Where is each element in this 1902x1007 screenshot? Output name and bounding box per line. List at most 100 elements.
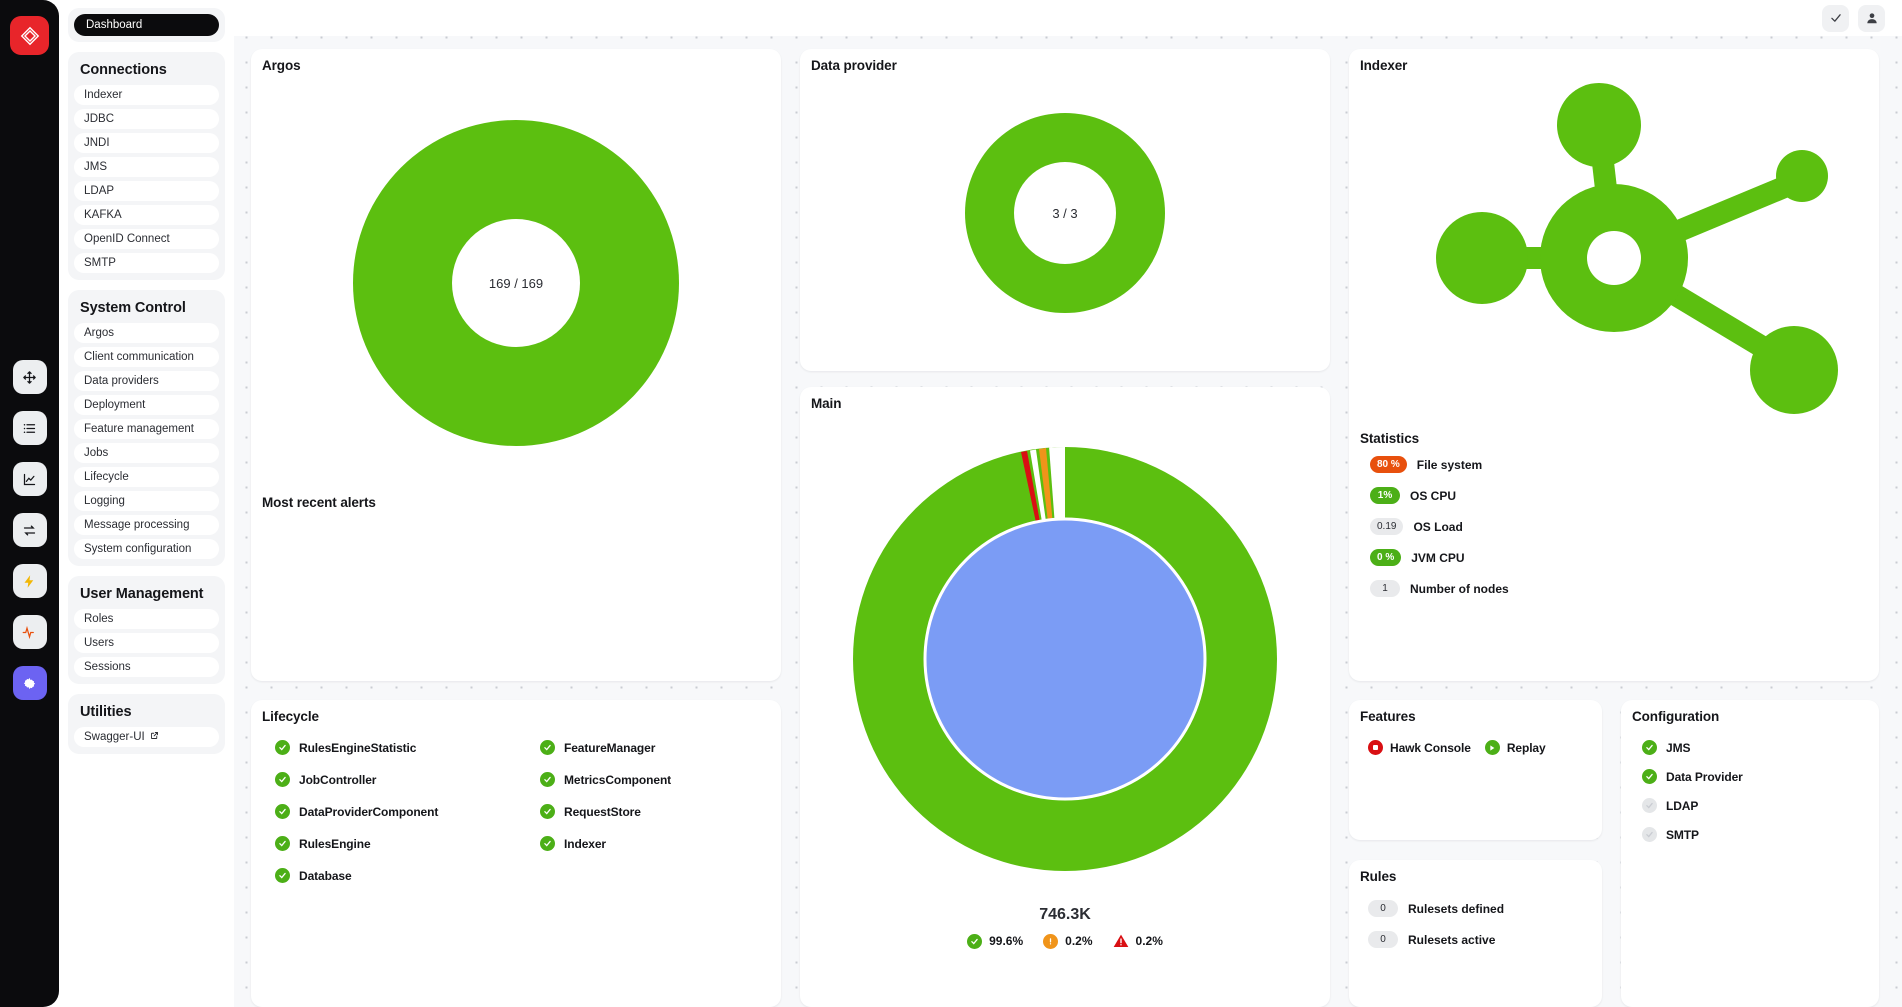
card-features: Features Hawk Console Replay (1349, 700, 1602, 840)
list-item-label: RequestStore (564, 804, 641, 819)
activity-pulse-icon[interactable] (12, 615, 47, 649)
list-item-label: Indexer (564, 836, 606, 851)
stat-label: JVM CPU (1411, 550, 1465, 565)
sidebar-item-ldap[interactable]: LDAP (74, 181, 219, 201)
config-item-data-provider: Data Provider (1642, 769, 1879, 784)
sidebar-item-openid-connect[interactable]: OpenID Connect (74, 229, 219, 249)
list-icon[interactable] (12, 411, 47, 445)
argos-alerts-title: Most recent alerts (262, 495, 376, 510)
user-avatar-icon[interactable] (1858, 4, 1885, 32)
sidebar-item-jobs[interactable]: Jobs (74, 443, 219, 463)
sidebar-item-label: SMTP (84, 257, 116, 269)
features-list: Hawk Console Replay (1349, 724, 1602, 755)
sidebar-group-title: User Management (80, 586, 204, 602)
sidebar-item-label: OpenID Connect (84, 233, 170, 245)
list-item: RequestStore (540, 804, 671, 819)
external-link-icon (150, 731, 159, 743)
argos-center-label: 169 / 169 (488, 275, 544, 291)
check-circle-icon (275, 804, 290, 819)
move-icon[interactable] (12, 360, 47, 394)
sidebar-header: Dashboard (68, 8, 225, 42)
sidebar-item-swagger-ui[interactable]: Swagger-UI (74, 727, 219, 747)
stat-label: OS CPU (1410, 488, 1457, 503)
stat-row-os-load: 0.19 OS Load (1370, 518, 1868, 535)
sidebar-item-client-communication[interactable]: Client communication (74, 347, 219, 367)
legend-item-warning: 0.2% (1043, 933, 1093, 949)
card-title-rules: Rules (1360, 869, 1397, 884)
sidebar-item-label: Argos (84, 327, 115, 339)
list-item: RulesEngine (275, 836, 540, 851)
check-circle-icon (967, 933, 983, 949)
indexer-network-graph (1349, 73, 1879, 423)
data-provider-donut-chart: 3 / 3 (800, 73, 1330, 353)
alert-triangle-icon (1113, 933, 1129, 949)
main-legend: 99.6% 0.2% 0.2% (800, 933, 1330, 949)
lifecycle-columns: RulesEngineStatistic JobController DataP… (251, 724, 781, 900)
sidebar-item-label: JDBC (84, 113, 115, 125)
sidebar-item-jms[interactable]: JMS (74, 157, 219, 177)
check-circle-icon (540, 804, 555, 819)
stat-label: File system (1416, 457, 1483, 472)
sidebar-item-label: Indexer (84, 89, 123, 101)
sidebar-item-label: Client communication (84, 351, 194, 363)
status-badge: 80 % (1370, 456, 1407, 473)
transfer-icon[interactable] (12, 513, 47, 547)
sidebar-item-argos[interactable]: Argos (74, 323, 219, 343)
chart-icon[interactable] (12, 462, 47, 496)
sidebar-item-label: JNDI (84, 137, 110, 149)
feature-replay[interactable]: Replay (1484, 740, 1546, 755)
sidebar-item-system-configuration[interactable]: System configuration (74, 539, 219, 559)
sidebar-group-connections: Connections Indexer JDBC JNDI JMS LDAP K… (68, 52, 225, 280)
lifecycle-column-right: FeatureManager MetricsComponent RequestS… (540, 740, 671, 900)
sidebar-item-jdbc[interactable]: JDBC (74, 109, 219, 129)
check-circle-icon (1642, 827, 1657, 842)
sidebar-group-title: Connections (80, 62, 167, 78)
status-badge: 0.19 (1370, 518, 1404, 535)
sidebar-item-sessions[interactable]: Sessions (74, 657, 219, 677)
list-item-label: MetricsComponent (564, 772, 672, 787)
check-circle-icon (275, 740, 290, 755)
sidebar-group-utilities: Utilities Swagger-UI (68, 694, 225, 754)
stat-row-jvm-cpu: 0 % JVM CPU (1370, 549, 1868, 566)
sidebar-item-label: Jobs (84, 447, 109, 459)
warning-circle-icon (1043, 933, 1059, 949)
sidebar-item-deployment[interactable]: Deployment (74, 395, 219, 415)
sidebar-item-users[interactable]: Users (74, 633, 219, 653)
sidebar-item-data-providers[interactable]: Data providers (74, 371, 219, 391)
config-item-jms: JMS (1642, 740, 1879, 755)
sidebar-item-label: Message processing (84, 519, 190, 531)
sidebar-item-roles[interactable]: Roles (74, 609, 219, 629)
list-item: DataProviderComponent (275, 804, 540, 819)
sidebar-item-label: LDAP (84, 185, 115, 197)
check-circle-icon (275, 772, 290, 787)
config-item-ldap: LDAP (1642, 798, 1879, 813)
sidebar-group-system-control: System Control Argos Client communicatio… (68, 290, 225, 566)
config-label: JMS (1666, 740, 1691, 755)
legend-item-error: 0.2% (1113, 933, 1163, 949)
statistics-title: Statistics (1360, 431, 1420, 446)
app-logo-icon[interactable] (10, 16, 49, 55)
sidebar-item-kafka[interactable]: KAFKA (74, 205, 219, 225)
card-argos: Argos 169 / 169 Most recent alerts (251, 49, 781, 681)
check-icon[interactable] (1822, 4, 1849, 32)
lightning-icon[interactable] (12, 564, 47, 598)
sidebar-item-label: Data providers (84, 375, 159, 387)
sidebar-item-feature-management[interactable]: Feature management (74, 419, 219, 439)
check-circle-icon (540, 740, 555, 755)
check-circle-icon (540, 836, 555, 851)
sidebar-item-smtp[interactable]: SMTP (74, 253, 219, 273)
sidebar-item-lifecycle[interactable]: Lifecycle (74, 467, 219, 487)
sidebar-item-dashboard[interactable]: Dashboard (74, 14, 219, 36)
sidebar-item-indexer[interactable]: Indexer (74, 85, 219, 105)
feature-hawk-console[interactable]: Hawk Console (1368, 740, 1471, 755)
check-circle-icon (1642, 798, 1657, 813)
list-item: MetricsComponent (540, 772, 671, 787)
sidebar-item-label: Deployment (84, 399, 146, 411)
legend-value: 0.2% (1135, 934, 1163, 948)
sidebar-item-jndi[interactable]: JNDI (74, 133, 219, 153)
sidebar-item-logging[interactable]: Logging (74, 491, 219, 511)
sidebar-group-title: Utilities (80, 704, 132, 720)
gear-icon[interactable] (12, 666, 47, 700)
sidebar-item-message-processing[interactable]: Message processing (74, 515, 219, 535)
list-item-label: Database (299, 868, 352, 883)
